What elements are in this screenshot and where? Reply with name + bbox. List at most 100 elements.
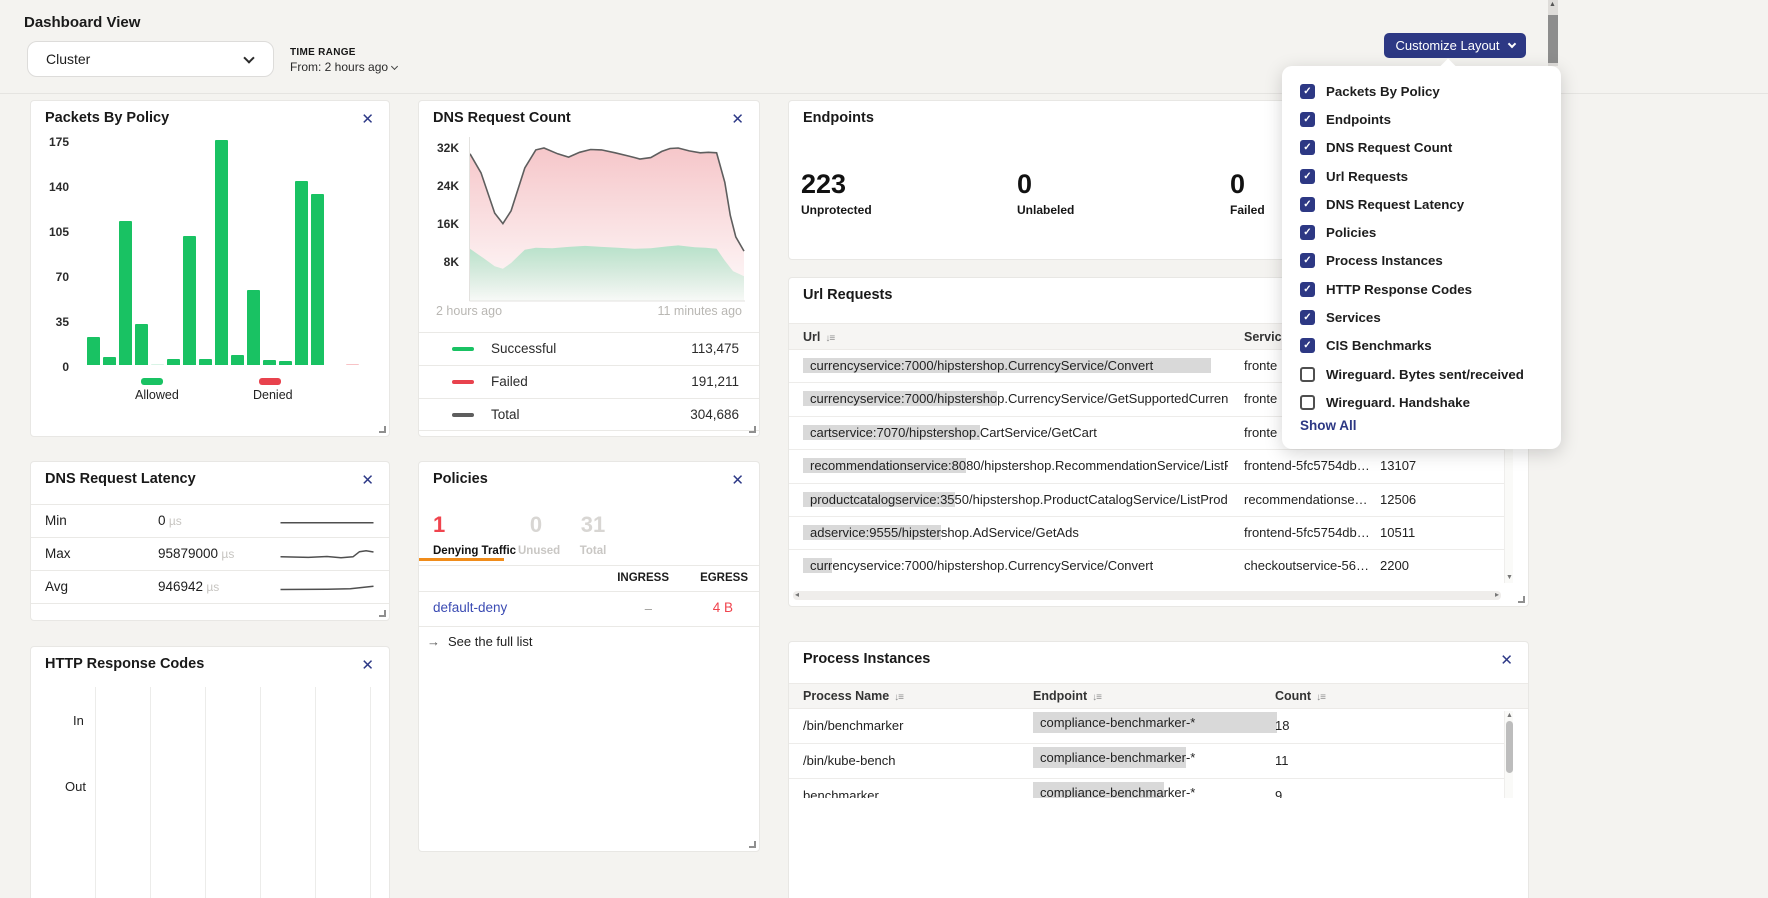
y-tick-label: 16K — [421, 217, 459, 231]
checkbox-checked-icon[interactable]: ✓ — [1300, 112, 1315, 127]
chevron-down-icon — [1507, 40, 1515, 48]
close-icon[interactable]: ✕ — [1500, 651, 1513, 669]
menu-item-label: DNS Request Latency — [1326, 197, 1464, 212]
scrollbar-thumb[interactable] — [1548, 15, 1558, 63]
table-row[interactable]: currencyservice:7000/hipstershop.Currenc… — [789, 550, 1505, 582]
sort-icon: ↓≡ — [894, 692, 903, 703]
checkbox-checked-icon[interactable]: ✓ — [1300, 84, 1315, 99]
checkbox-unchecked-icon[interactable] — [1300, 367, 1315, 382]
menu-item-label: Wireguard. Bytes sent/received — [1326, 367, 1524, 382]
resize-handle-icon[interactable] — [749, 426, 756, 433]
legend-swatch — [452, 380, 474, 384]
menu-item[interactable]: ✓DNS Request Count — [1282, 134, 1561, 162]
bar — [183, 236, 196, 365]
menu-item[interactable]: ✓ DNS Request Latency — [1282, 190, 1561, 218]
menu-item[interactable]: Wireguard. Bytes sent/received — [1282, 360, 1561, 388]
table-row[interactable]: /bin/kube-benchcompliance-benchmarker-*1… — [789, 744, 1505, 779]
count-cell: 9 — [1275, 788, 1282, 798]
resize-handle-icon[interactable] — [749, 841, 756, 848]
menu-item-label: Services — [1326, 310, 1381, 325]
arrow-right-icon: → — [427, 634, 440, 649]
card-title: Policies — [433, 471, 488, 487]
service-cell: fronte — [1244, 425, 1277, 440]
policy-tab[interactable]: 0Unused — [518, 512, 554, 557]
scroll-up-icon[interactable]: ▲ — [1506, 712, 1513, 719]
page-scrollbar[interactable]: ▲ — [1548, 0, 1558, 66]
table-horizontal-scrollbar[interactable]: ◂ ▸ — [793, 591, 1501, 600]
checkbox-checked-icon[interactable]: ✓ — [1300, 253, 1315, 268]
checkbox-checked-icon[interactable]: ✓ — [1300, 197, 1315, 212]
y-tick-label: 8K — [421, 255, 459, 269]
url-highlight: productcatalogservice:35 — [803, 492, 955, 507]
scroll-down-icon[interactable]: ▼ — [1506, 574, 1513, 581]
menu-item[interactable]: ✓ Services — [1282, 303, 1561, 331]
menu-item[interactable]: ✓Policies — [1282, 218, 1561, 246]
card-title: HTTP Response Codes — [45, 656, 204, 672]
scroll-up-icon[interactable]: ▲ — [1549, 1, 1556, 8]
close-icon[interactable]: ✕ — [731, 110, 744, 128]
see-full-list-link[interactable]: →See the full list — [427, 634, 533, 649]
menu-item-label: Process Instances — [1326, 253, 1443, 268]
menu-item[interactable]: Wireguard. Handshake — [1282, 388, 1561, 416]
area-chart — [469, 131, 745, 303]
table-vertical-scrollbar[interactable]: ▲ — [1504, 711, 1513, 798]
url-highlight: recommendationservice:80 — [803, 458, 966, 473]
card-title: Endpoints — [803, 110, 874, 126]
policy-link[interactable]: default-deny — [433, 600, 507, 615]
customize-layout-button[interactable]: Customize Layout — [1384, 33, 1526, 58]
url-highlight: curr — [803, 558, 832, 573]
dashboard-view-select[interactable]: Cluster — [27, 41, 274, 77]
close-icon[interactable]: ✕ — [361, 110, 374, 128]
policy-tab[interactable]: 1Denying Traffic — [433, 512, 516, 557]
show-all-link[interactable]: Show All — [1300, 418, 1357, 433]
checkbox-checked-icon[interactable]: ✓ — [1300, 338, 1315, 353]
checkbox-checked-icon[interactable]: ✓ — [1300, 140, 1315, 155]
menu-item[interactable]: ✓CIS Benchmarks — [1282, 332, 1561, 360]
column-header-process-name[interactable]: Process Name↓≡ — [803, 689, 903, 703]
checkbox-checked-icon[interactable]: ✓ — [1300, 282, 1315, 297]
count-cell: 2200 — [1380, 558, 1409, 573]
resize-handle-icon[interactable] — [379, 610, 386, 617]
service-cell: recommendationse… — [1244, 492, 1368, 507]
close-icon[interactable]: ✕ — [361, 471, 374, 489]
checkbox-checked-icon[interactable]: ✓ — [1300, 169, 1315, 184]
card-title: Packets By Policy — [45, 110, 169, 126]
url-highlight: currencyservice:7000/hipstersho — [803, 391, 997, 406]
column-header-endpoint[interactable]: Endpoint↓≡ — [1033, 689, 1101, 703]
checkbox-unchecked-icon[interactable] — [1300, 395, 1315, 410]
policy-tab[interactable]: 31Total — [578, 512, 608, 557]
table-row[interactable]: benchmarkercompliance-benchmarker-*9 — [789, 779, 1505, 798]
scroll-left-icon[interactable]: ◂ — [795, 590, 799, 599]
table-row[interactable]: recommendationservice:8080/hipstershop.R… — [789, 450, 1505, 483]
scroll-right-icon[interactable]: ▸ — [1495, 590, 1499, 599]
resize-handle-icon[interactable] — [379, 426, 386, 433]
resize-handle-icon[interactable] — [1518, 596, 1525, 603]
service-cell: frontend-5fc5754db… — [1244, 458, 1370, 473]
page-title: Dashboard View — [24, 14, 140, 31]
tab-label: Unused — [518, 545, 554, 557]
checkbox-checked-icon[interactable]: ✓ — [1300, 310, 1315, 325]
y-tick-label: 105 — [35, 225, 69, 239]
divider — [419, 626, 759, 627]
menu-item[interactable]: ✓Url Requests — [1282, 162, 1561, 190]
sort-icon: ↓≡ — [1316, 692, 1325, 703]
scrollbar-thumb[interactable] — [1506, 721, 1513, 773]
tab-value: 1 — [433, 512, 516, 538]
checkbox-checked-icon[interactable]: ✓ — [1300, 225, 1315, 240]
menu-item[interactable]: ✓HTTP Response Codes — [1282, 275, 1561, 303]
table-row[interactable]: /bin/benchmarkercompliance-benchmarker-*… — [789, 709, 1505, 744]
close-icon[interactable]: ✕ — [361, 656, 374, 674]
close-icon[interactable]: ✕ — [731, 471, 744, 489]
card-dns-request-latency: DNS Request Latency ✕ Min0 µsMax95879000… — [30, 461, 390, 621]
column-header-url[interactable]: Url↓≡ — [803, 330, 834, 344]
endpoint-highlight: compliance-benchma — [1033, 782, 1164, 798]
y-tick-label: 140 — [35, 180, 69, 194]
menu-item[interactable]: ✓Packets By Policy — [1282, 77, 1561, 105]
column-header-count[interactable]: Count↓≡ — [1275, 689, 1325, 703]
table-row[interactable]: productcatalogservice:3550/hipstershop.P… — [789, 484, 1505, 517]
time-range-value[interactable]: From: 2 hours ago — [290, 60, 397, 74]
table-row[interactable]: adservice:9555/hipstershop.AdService/Get… — [789, 517, 1505, 550]
menu-item[interactable]: ✓Endpoints — [1282, 105, 1561, 133]
endpoint-stat: 0Unlabeled — [1017, 169, 1074, 217]
menu-item[interactable]: ✓ Process Instances — [1282, 247, 1561, 275]
